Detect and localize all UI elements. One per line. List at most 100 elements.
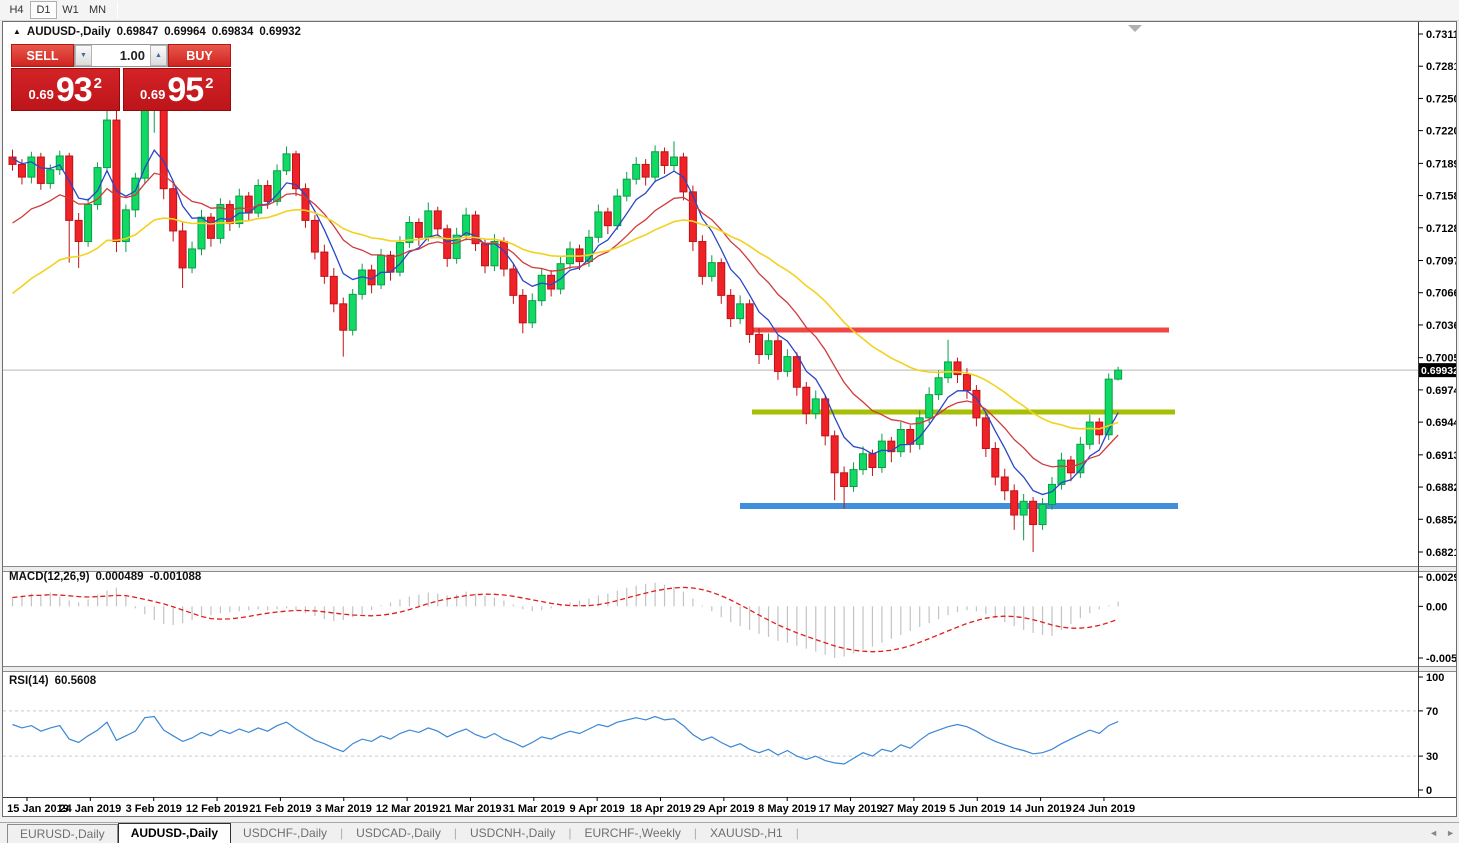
macd-main-value: 0.000489 xyxy=(95,571,144,583)
timeframe-toolbar: H4 D1 W1 MN xyxy=(0,0,1459,21)
tab-usdcad[interactable]: USDCAD-,Daily xyxy=(344,824,453,843)
buy-button[interactable]: BUY xyxy=(168,44,231,67)
svg-text:0.69745: 0.69745 xyxy=(1426,385,1456,397)
shift-marker-icon xyxy=(1128,25,1142,32)
buy-quote-button[interactable]: 0.69 95 2 xyxy=(122,68,231,111)
svg-text:0.71585: 0.71585 xyxy=(1426,191,1456,203)
ma-medium-line xyxy=(12,172,1119,468)
svg-text:14 Jun 2019: 14 Jun 2019 xyxy=(1009,803,1071,815)
svg-text:27 May 2019: 27 May 2019 xyxy=(882,803,946,815)
svg-text:31 Mar 2019: 31 Mar 2019 xyxy=(503,803,565,815)
svg-text:0.69130: 0.69130 xyxy=(1426,450,1456,462)
chart-title: ▲ AUDUSD-,Daily 0.69847 0.69964 0.69834 … xyxy=(13,26,301,38)
timeframe-button-d1[interactable]: D1 xyxy=(30,1,57,19)
svg-text:0.69440: 0.69440 xyxy=(1426,417,1456,429)
tab-separator: | xyxy=(795,826,799,840)
collapse-triangle-icon[interactable]: ▲ xyxy=(13,27,21,36)
svg-text:18 Apr 2019: 18 Apr 2019 xyxy=(630,803,691,815)
svg-text:12 Mar 2019: 12 Mar 2019 xyxy=(376,803,438,815)
toolbar-separator xyxy=(117,2,118,18)
tab-scroll-left-icon[interactable]: ◄ xyxy=(1429,828,1438,838)
svg-text:30: 30 xyxy=(1426,751,1438,763)
sell-button[interactable]: SELL xyxy=(11,44,74,67)
tab-xauusd[interactable]: XAUUSD-,H1 xyxy=(698,824,795,843)
ohlc-open: 0.69847 xyxy=(116,26,159,38)
svg-text:17 May 2019: 17 May 2019 xyxy=(818,803,882,815)
ohlc-high: 0.69964 xyxy=(164,26,206,38)
svg-text:0.73115: 0.73115 xyxy=(1426,29,1456,41)
rsi-line xyxy=(12,715,1119,765)
chart-symbol: AUDUSD-,Daily xyxy=(26,26,111,38)
svg-text:0.68825: 0.68825 xyxy=(1426,482,1456,494)
svg-text:24 Jun 2019: 24 Jun 2019 xyxy=(1073,803,1135,815)
tab-usdcnh[interactable]: USDCNH-,Daily xyxy=(458,824,567,843)
svg-text:0.71890: 0.71890 xyxy=(1426,158,1456,170)
svg-text:9 Apr 2019: 9 Apr 2019 xyxy=(570,803,625,815)
svg-text:0.70050: 0.70050 xyxy=(1426,353,1456,365)
svg-text:-0.00525: -0.00525 xyxy=(1426,653,1456,665)
sell-price-sup: 2 xyxy=(93,75,102,92)
svg-text:0.70665: 0.70665 xyxy=(1426,288,1456,300)
svg-text:8 May 2019: 8 May 2019 xyxy=(758,803,816,815)
svg-text:100: 100 xyxy=(1426,672,1444,684)
svg-text:0.72810: 0.72810 xyxy=(1426,61,1456,73)
macd-signal-line xyxy=(12,586,1119,653)
candle-bodies xyxy=(8,105,1123,526)
tab-scroll-buttons: ◄ ► xyxy=(1429,828,1455,838)
timeframe-button-w1[interactable]: W1 xyxy=(57,1,84,19)
tab-eurchf[interactable]: EURCHF-,Weekly xyxy=(572,824,692,843)
macd-signal-value: -0.001088 xyxy=(149,571,202,583)
svg-text:0.72505: 0.72505 xyxy=(1426,93,1456,105)
candle-wicks xyxy=(12,98,1119,552)
trading-app: H4D1W1MN 0.731150.728100.725050.722000.7… xyxy=(0,0,1459,843)
tab-eurusd[interactable]: EURUSD-,Daily xyxy=(7,824,118,843)
volume-increment-icon[interactable]: ▲ xyxy=(150,45,167,66)
svg-text:3 Mar 2019: 3 Mar 2019 xyxy=(316,803,372,815)
svg-text:0.00: 0.00 xyxy=(1426,601,1447,613)
svg-text:0.68520: 0.68520 xyxy=(1426,514,1456,526)
sell-price-big: 93 xyxy=(55,71,93,109)
chart-window: 0.73115 0.72810 0.72505 0.72200 0.71890 0.715… xyxy=(2,21,1457,817)
volume-decrement-icon[interactable]: ▼ xyxy=(75,45,92,66)
svg-text:70: 70 xyxy=(1426,706,1438,718)
sell-quote-button[interactable]: 0.69 93 2 xyxy=(11,68,120,111)
macd-histogram xyxy=(11,582,1119,658)
volume-spinner: ▼ 1.00 ▲ xyxy=(74,44,168,67)
ma-slow-line xyxy=(12,208,1119,430)
buy-price-prefix: 0.69 xyxy=(140,87,166,102)
ohlc-close: 0.69932 xyxy=(259,26,301,38)
svg-text:12 Feb 2019: 12 Feb 2019 xyxy=(186,803,248,815)
svg-text:24 Jan 2019: 24 Jan 2019 xyxy=(59,803,121,815)
macd-label: MACD(12,26,9) 0.000489 -0.001088 xyxy=(9,571,201,583)
svg-text:5 Jun 2019: 5 Jun 2019 xyxy=(949,803,1005,815)
svg-text:0.70360: 0.70360 xyxy=(1426,320,1456,332)
svg-text:0: 0 xyxy=(1426,785,1432,797)
svg-text:0.72200: 0.72200 xyxy=(1426,126,1456,138)
sell-price-prefix: 0.69 xyxy=(28,87,54,102)
svg-text:3 Feb 2019: 3 Feb 2019 xyxy=(126,803,182,815)
timeframe-button-mn[interactable]: MN xyxy=(84,1,111,19)
rsi-label: RSI(14) 60.5608 xyxy=(9,675,96,687)
svg-text:21 Feb 2019: 21 Feb 2019 xyxy=(249,803,311,815)
svg-text:0.70970: 0.70970 xyxy=(1426,256,1456,268)
svg-text:0.002984: 0.002984 xyxy=(1426,572,1456,584)
ohlc-low: 0.69834 xyxy=(211,26,254,38)
tab-usdchf[interactable]: USDCHF-,Daily xyxy=(231,824,339,843)
buy-price-big: 95 xyxy=(167,71,204,109)
tab-audusd[interactable]: AUDUSD-,Daily xyxy=(117,823,232,843)
rsi-name: RSI(14) xyxy=(9,675,49,687)
one-click-trade-panel: SELL ▼ 1.00 ▲ BUY 0.69 93 2 0.69 95 2 xyxy=(11,44,231,111)
svg-text:0.68210: 0.68210 xyxy=(1426,547,1456,559)
svg-text:29 Apr 2019: 29 Apr 2019 xyxy=(693,803,754,815)
rsi-value: 60.5608 xyxy=(54,675,97,687)
price-chart[interactable]: 0.73115 0.72810 0.72505 0.72200 0.71890 0.715… xyxy=(3,22,1456,816)
tab-scroll-right-icon[interactable]: ► xyxy=(1446,828,1455,838)
timeframe-button-h4[interactable]: H4 xyxy=(3,1,30,19)
ma-fast-line xyxy=(12,149,1119,496)
svg-text:0.71280: 0.71280 xyxy=(1426,223,1456,235)
volume-input[interactable]: 1.00 xyxy=(92,45,150,66)
svg-text:21 Mar 2019: 21 Mar 2019 xyxy=(439,803,501,815)
chart-tabs: EURUSD-,Daily AUDUSD-,Daily USDCHF-,Daily |… xyxy=(0,822,1459,843)
macd-name: MACD(12,26,9) xyxy=(9,571,90,583)
buy-price-sup: 2 xyxy=(205,75,214,92)
